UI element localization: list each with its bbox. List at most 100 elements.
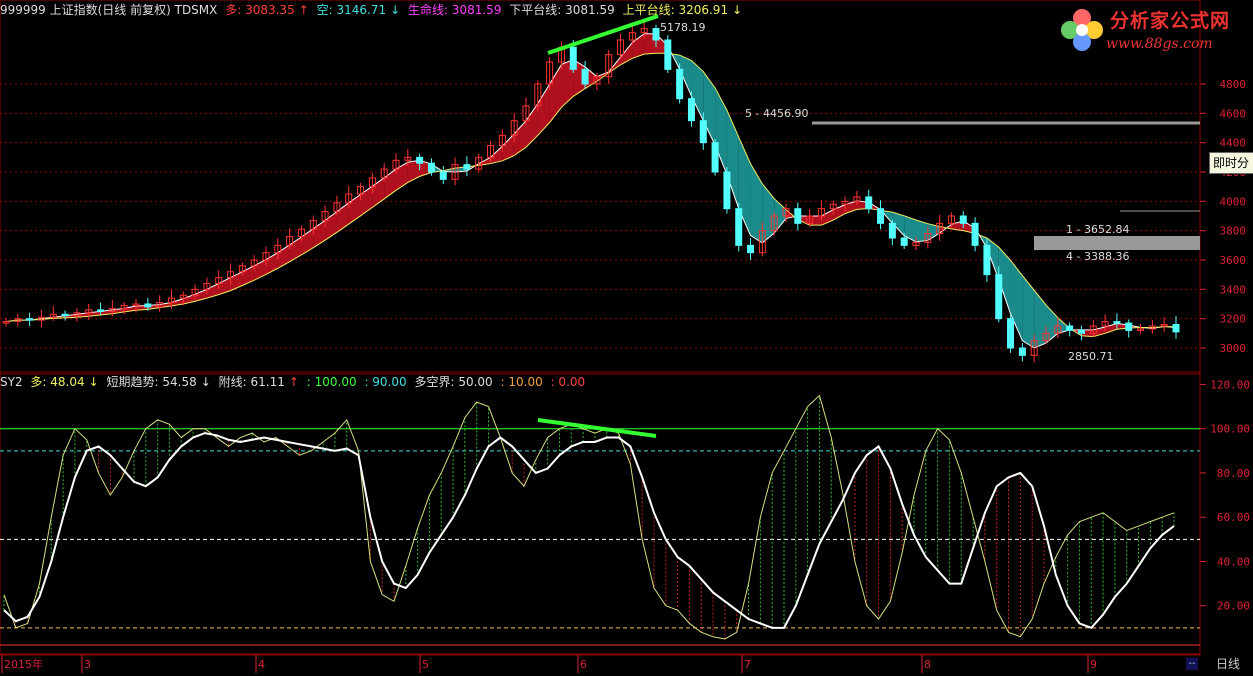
month-label: 8 <box>924 658 931 671</box>
bear-candle <box>1113 321 1121 324</box>
price-tick-label: 3000 <box>1220 342 1247 355</box>
indicator-tick-label: 120.00 <box>1210 378 1250 391</box>
down-arrow-icon: ↓ <box>390 3 401 17</box>
indicator-header: SY2 多: 48.04 ↓ 短期趋势: 54.58 ↓ 附线: 61.11 ↑ : … <box>0 374 589 390</box>
bear-candle <box>794 208 802 224</box>
bear-candle <box>427 162 435 173</box>
bear-candle <box>959 215 967 224</box>
bear-candle <box>439 171 447 180</box>
aux-line-value: 附线: 61.11 <box>218 375 285 389</box>
indicator-tick-label: 100.00 <box>1210 423 1250 436</box>
up-arrow-icon: ↑ <box>298 3 309 17</box>
bear-candle <box>888 222 896 239</box>
bear-candle <box>995 274 1003 320</box>
symbol-title: 999999 上证指数(日线 前复权) TDSMX <box>0 3 218 17</box>
bear-candle <box>877 208 885 224</box>
price-annotation: 5178.19 <box>660 21 706 34</box>
bear-candle <box>687 98 695 122</box>
bear-candle <box>900 237 908 246</box>
line-0-value: : 0.00 <box>550 375 586 389</box>
down-arrow-icon: ↓ <box>88 375 99 389</box>
boundary-value: 多空界: 50.00 <box>414 375 493 389</box>
scroll-button[interactable]: -- <box>1186 658 1198 670</box>
down-arrow-icon: ↓ <box>200 375 211 389</box>
price-tick-label: 4000 <box>1220 195 1247 208</box>
month-label: 2015年 <box>4 657 43 671</box>
line-100-value: : 100.00 <box>306 375 357 389</box>
month-label: 9 <box>1090 658 1097 671</box>
logo-url: www.88gs.com <box>1106 36 1213 52</box>
indicator-tick-label: 60.00 <box>1217 511 1250 524</box>
bear-candle <box>1066 325 1074 331</box>
month-label: 6 <box>580 658 587 671</box>
bear-candle <box>144 303 152 308</box>
bear-band-segment <box>1034 290 1046 348</box>
short-trend-value: 短期趋势: 54.58 <box>106 375 197 389</box>
bear-candle <box>416 156 424 164</box>
lower-platform-value: 下平台线: 3081.59 <box>509 3 615 17</box>
duo-value: 多: 3083.35 <box>225 3 295 17</box>
upper-platform-value: 上平台线: 3206.91 <box>622 3 729 17</box>
bear-candle <box>1125 322 1133 331</box>
price-tick-label: 3200 <box>1220 313 1247 326</box>
price-tick-label: 4600 <box>1220 107 1247 120</box>
price-annotation: 5 - 4456.90 <box>745 107 808 120</box>
indicator-duo: 多: 48.04 <box>30 375 85 389</box>
indicator-name: SY2 <box>0 375 23 389</box>
price-tick-label: 3800 <box>1220 225 1247 238</box>
line-90-value: : 90.00 <box>364 375 407 389</box>
indicator-divergence-trendline <box>537 418 657 438</box>
bear-candle <box>1018 347 1026 356</box>
month-label: 4 <box>258 658 265 671</box>
price-annotation: 1 - 3652.84 <box>1066 223 1129 236</box>
bear-candle <box>664 39 672 70</box>
price-tick-label: 4400 <box>1220 137 1247 150</box>
resistance-band-3388 <box>1034 236 1200 250</box>
bear-candle <box>699 120 707 144</box>
bear-candle <box>97 309 105 312</box>
bear-band-segment <box>1022 275 1035 348</box>
bear-candle <box>569 46 577 70</box>
down-arrow-icon: ↓ <box>732 3 743 17</box>
bear-candle <box>971 222 979 246</box>
life-line-value: 生命线: 3081.59 <box>407 3 502 17</box>
bear-candle <box>1077 329 1085 334</box>
bear-candle <box>676 68 684 100</box>
period-tab-daily[interactable]: 日线 <box>1203 655 1253 673</box>
chart-svg: 3000320034003600380040004200440046004800… <box>0 0 1250 673</box>
realtime-tooltip[interactable]: 即时分 <box>1209 152 1253 174</box>
month-label: 3 <box>84 658 91 671</box>
indicator-duo-line <box>3 394 1175 640</box>
bear-candle <box>865 196 873 210</box>
bear-candle <box>735 208 743 246</box>
indicator-short-trend-line <box>3 432 1175 630</box>
bear-candle <box>581 68 589 85</box>
bear-candle <box>711 142 719 173</box>
bear-candle <box>61 313 69 317</box>
bear-candle <box>26 318 34 321</box>
bull-band-segment <box>549 64 562 123</box>
price-tick-label: 4800 <box>1220 78 1247 91</box>
bear-candle <box>723 171 731 210</box>
price-annotation: 4 - 3388.36 <box>1066 250 1129 263</box>
price-chart-header: 999999 上证指数(日线 前复权) TDSMX 多: 3083.35 ↑ 空:… <box>0 2 746 18</box>
bear-candle <box>1007 318 1015 349</box>
indicator-tick-label: 80.00 <box>1217 467 1250 480</box>
bull-band-segment <box>514 120 526 156</box>
bear-candle <box>463 164 471 170</box>
bear-candle <box>652 28 660 41</box>
price-tick-label: 3600 <box>1220 254 1247 267</box>
logo-title: 分析家公式网 <box>1110 10 1231 32</box>
up-arrow-icon: ↑ <box>288 375 299 389</box>
indicator-tick-label: 40.00 <box>1217 555 1250 568</box>
kong-value: 空: 3146.71 <box>316 3 387 17</box>
bear-candle <box>1172 324 1180 333</box>
month-label: 5 <box>422 658 429 671</box>
bear-candle <box>983 244 991 276</box>
bear-candle <box>747 244 755 254</box>
month-label: 7 <box>744 658 751 671</box>
bull-band-segment <box>537 84 550 136</box>
price-tick-label: 3400 <box>1220 283 1247 296</box>
indicator-tick-label: 20.00 <box>1217 600 1250 613</box>
kline-chart-area[interactable]: 3000320034003600380040004200440046004800… <box>0 0 1253 673</box>
